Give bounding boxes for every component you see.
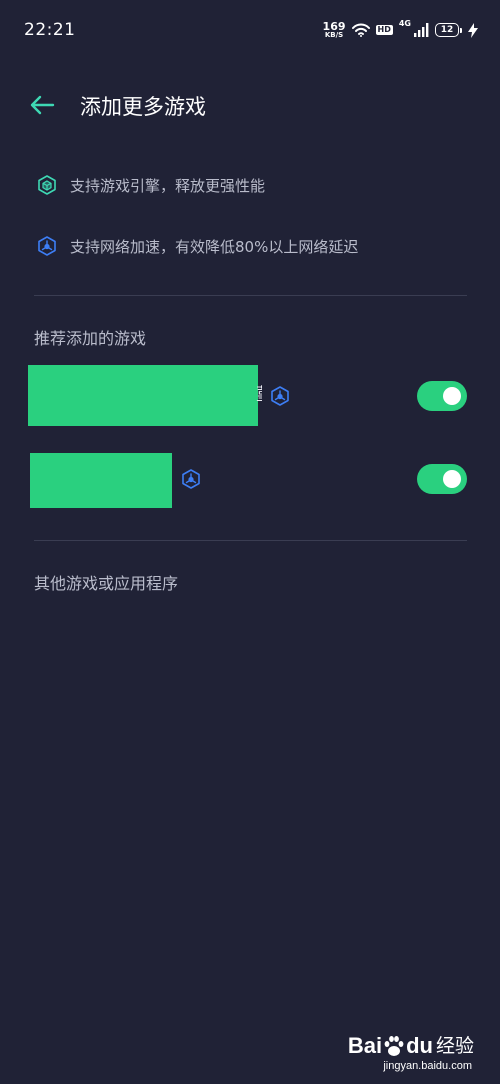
battery-icon: 12 (435, 23, 462, 37)
paw-icon (384, 1036, 404, 1056)
status-time: 22:21 (24, 20, 76, 40)
page-header: 添加更多游戏 (0, 82, 500, 128)
feature-network-accel: 支持网络加速，有效降低80%以上网络延迟 (36, 234, 358, 258)
toggle-knob (443, 470, 461, 488)
logo-text: du (406, 1033, 433, 1058)
game-engine-icon (36, 174, 58, 196)
feature-game-engine: 支持游戏引擎，释放更强性能 (36, 173, 265, 197)
recommended-section-title: 推荐添加的游戏 (34, 329, 147, 348)
charging-bolt-icon (468, 22, 478, 38)
divider (34, 540, 467, 541)
baidu-jingyan-watermark: Bai du 经验 jingyan.baidu.com (348, 1034, 474, 1073)
game-toggle-switch[interactable] (417, 381, 467, 411)
wifi-icon (351, 23, 370, 37)
baidu-logo: Bai du 经验 (348, 1034, 474, 1058)
network-speed-unit: KB/S (324, 31, 344, 39)
battery-level: 12 (435, 23, 459, 37)
game-row[interactable] (0, 450, 500, 512)
feature-text: 支持游戏引擎，释放更强性能 (70, 176, 266, 195)
network-accel-icon (180, 468, 202, 490)
status-icons: 169 KB/S HD 4G 12 (323, 18, 478, 42)
network-accel-icon (269, 385, 291, 407)
arrow-left-icon (30, 95, 55, 115)
game-name-fragment: 菫 (256, 384, 262, 406)
network-accel-icon (36, 235, 58, 257)
game-row[interactable]: 菫 (0, 362, 500, 428)
hd-icon: HD (375, 25, 393, 35)
redacted-game-info (30, 453, 172, 508)
network-type-label: 4G (398, 19, 411, 28)
toggle-knob (443, 387, 461, 405)
page-title: 添加更多游戏 (80, 95, 206, 119)
watermark-url: jingyan.baidu.com (383, 1060, 472, 1072)
feature-text: 支持网络加速，有效降低80%以上网络延迟 (70, 237, 359, 256)
battery-tip (460, 27, 462, 33)
logo-text: Bai (347, 1033, 383, 1058)
game-toggle-switch[interactable] (417, 464, 467, 494)
cellular-signal-icon (414, 23, 429, 37)
back-button[interactable] (26, 90, 58, 120)
divider (34, 295, 467, 296)
logo-text: 经验 (435, 1035, 474, 1057)
status-bar: 22:21 169 KB/S HD 4G 12 (0, 0, 500, 62)
other-apps-section-title[interactable]: 其他游戏或应用程序 (34, 570, 178, 594)
redacted-game-info (28, 365, 258, 426)
network-speed: 169 KB/S (323, 21, 346, 39)
